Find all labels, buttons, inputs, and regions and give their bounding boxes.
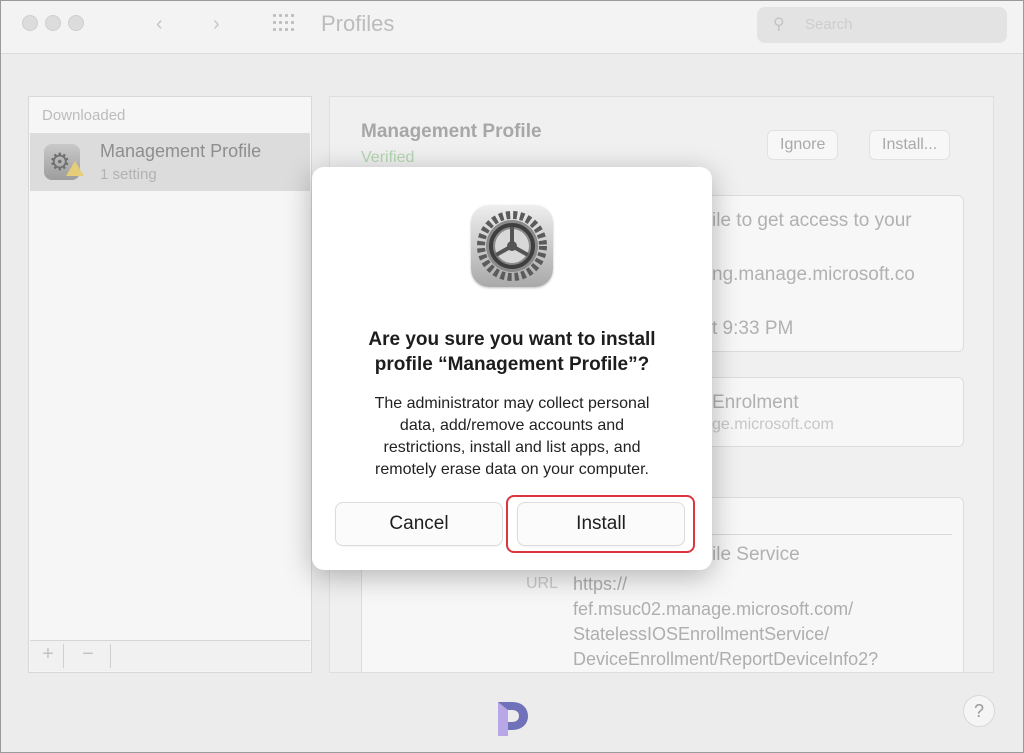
url-value: https:// fef.msuc02.manage.microsoft.com… [573, 572, 878, 672]
grid-icon[interactable] [273, 14, 294, 32]
logo-icon [498, 702, 528, 736]
url-line: StatelessIOSEnrollmentService/ [573, 624, 830, 644]
forward-icon[interactable]: › [213, 13, 220, 36]
url-line: https:// [573, 574, 628, 594]
warning-icon [66, 161, 84, 176]
url-label: URL [526, 575, 559, 592]
verified-status: Verified [361, 149, 415, 166]
minimize-window-button[interactable] [45, 15, 61, 31]
settings-app-icon [471, 205, 553, 287]
help-button[interactable]: ? [963, 695, 995, 727]
profile-name: Management Profile [100, 141, 262, 161]
dialog-message: The administrator may collect personal d… [348, 393, 676, 481]
search-icon: ⚲ [773, 16, 785, 33]
received-time-text: t 9:33 PM [712, 318, 794, 339]
profiles-sidebar: Downloaded ⚙ Management Profile 1 settin… [28, 96, 312, 673]
add-profile-button[interactable]: + [35, 643, 61, 666]
dialog-message-line: remotely erase data on your computer. [375, 461, 649, 478]
search-field[interactable]: ⚲ Search [757, 7, 1007, 43]
dialog-title: Are you sure you want to install profile… [312, 327, 712, 377]
enrolment-text: Enrolment [712, 392, 799, 413]
search-placeholder: Search [805, 16, 853, 33]
profiles-window: ‹ › Profiles ⚲ Search Downloaded ⚙ Manag… [0, 0, 1024, 753]
sidebar-item-management-profile[interactable]: ⚙ Management Profile 1 setting [30, 133, 310, 191]
dialog-message-line: restrictions, install and list apps, and [383, 439, 641, 456]
dialog-title-line: profile “Management Profile”? [374, 354, 650, 375]
description-text: ile to get access to your [712, 210, 912, 231]
domain-text: ng.manage.microsoft.co [712, 264, 915, 285]
install-button-highlight [506, 495, 695, 553]
divider [712, 534, 952, 535]
window-title: Profiles [321, 11, 395, 36]
install-confirmation-dialog: Are you sure you want to install profile… [312, 167, 712, 570]
sidebar-toolbar: + − [30, 640, 310, 671]
service-text: ile Service [712, 544, 800, 565]
enrolment-host-text: ge.microsoft.com [712, 416, 834, 433]
cancel-button[interactable]: Cancel [336, 503, 502, 545]
install-profile-button[interactable]: Install... [869, 130, 951, 160]
title-bar: ‹ › Profiles ⚲ Search [1, 1, 1023, 54]
close-window-button[interactable] [22, 15, 38, 31]
divider [110, 644, 111, 668]
dialog-message-line: The administrator may collect personal [374, 395, 650, 412]
remove-profile-button[interactable]: − [75, 643, 101, 666]
back-icon[interactable]: ‹ [156, 13, 163, 36]
ignore-button[interactable]: Ignore [767, 130, 839, 160]
divider [63, 644, 64, 668]
zoom-window-button[interactable] [68, 15, 84, 31]
detail-title: Management Profile [361, 121, 542, 142]
sidebar-section-header: Downloaded [42, 107, 126, 124]
url-line: fef.msuc02.manage.microsoft.com/ [573, 599, 854, 619]
dialog-message-line: data, add/remove accounts and [399, 417, 625, 434]
profile-subtitle: 1 setting [100, 166, 157, 183]
url-line: DeviceEnrollment/ReportDeviceInfo2? [573, 649, 879, 669]
bottom-bar: ? [1, 673, 1023, 752]
dialog-title-line: Are you sure you want to install [368, 329, 656, 350]
